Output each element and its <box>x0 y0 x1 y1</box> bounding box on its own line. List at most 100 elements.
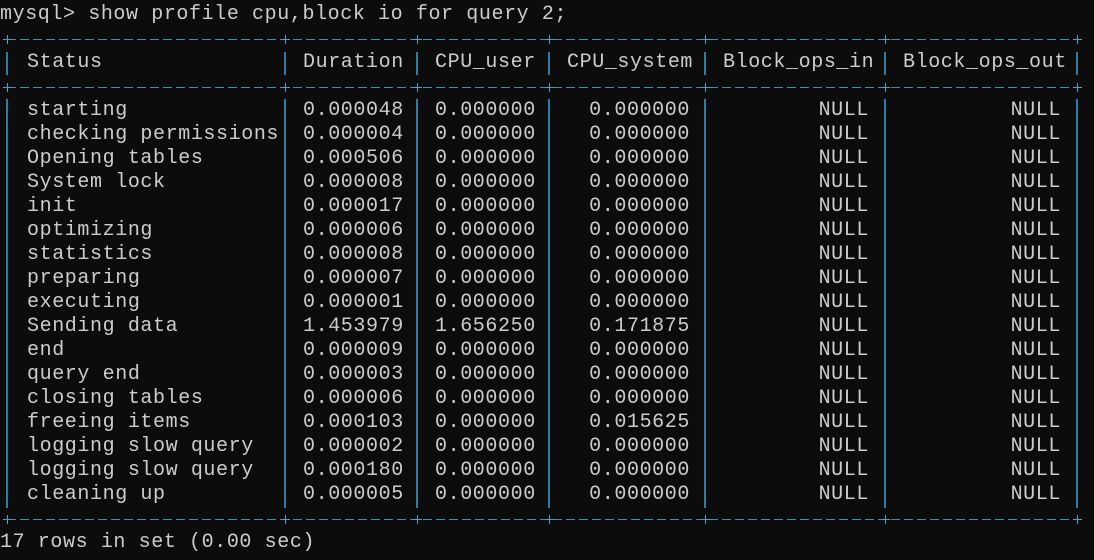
border-corner <box>1073 515 1082 524</box>
table-cell: end <box>27 339 65 362</box>
table-cell: executing <box>27 291 141 314</box>
table-column-border <box>548 52 550 75</box>
table-cell: 0.000000 <box>435 195 536 218</box>
table-cell: NULL <box>818 291 869 314</box>
table-cell: checking permissions <box>27 123 280 146</box>
result-footer: 17 rows in set (0.00 sec) <box>0 531 316 554</box>
table-cell: preparing <box>27 267 141 290</box>
table-cell: NULL <box>1010 147 1061 170</box>
table-cell: NULL <box>1010 243 1061 266</box>
border-corner <box>881 35 890 44</box>
table-cell: 0.000000 <box>435 99 536 122</box>
table-cell: 0.000009 <box>303 339 404 362</box>
table-cell: 0.000000 <box>435 291 536 314</box>
column-header: Block_ops_in <box>723 51 875 74</box>
border-corner <box>281 83 290 92</box>
table-cell: NULL <box>1010 315 1061 338</box>
table-cell: 0.000000 <box>435 219 536 242</box>
table-cell: 0.000000 <box>589 123 690 146</box>
border-corner <box>1073 83 1082 92</box>
table-column-border <box>548 99 550 508</box>
command-line: mysql> show profile cpu,block io for que… <box>0 3 568 26</box>
table-cell: starting <box>27 99 128 122</box>
border-corner <box>3 515 12 524</box>
table-cell: 0.000180 <box>303 459 404 482</box>
table-cell: cleaning up <box>27 483 166 506</box>
table-cell: freeing items <box>27 411 191 434</box>
table-cell: 0.000000 <box>435 411 536 434</box>
table-cell: statistics <box>27 243 154 266</box>
table-cell: optimizing <box>27 219 154 242</box>
table-column-border <box>416 99 418 508</box>
table-cell: NULL <box>1010 363 1061 386</box>
table-cell: NULL <box>818 147 869 170</box>
table-border-line <box>7 519 1077 520</box>
table-cell: NULL <box>1010 219 1061 242</box>
table-cell: NULL <box>818 435 869 458</box>
table-cell: NULL <box>1010 171 1061 194</box>
table-cell: 0.000000 <box>435 339 536 362</box>
table-cell: 0.000000 <box>589 459 690 482</box>
border-corner <box>1073 35 1082 44</box>
border-corner <box>413 35 422 44</box>
table-cell: 0.000000 <box>589 483 690 506</box>
table-cell: 0.000000 <box>589 291 690 314</box>
table-cell: NULL <box>818 483 869 506</box>
border-corner <box>413 515 422 524</box>
table-column-border <box>6 52 8 75</box>
border-corner <box>881 83 890 92</box>
table-column-border <box>884 99 886 508</box>
table-column-border <box>704 99 706 508</box>
table-cell: 0.000000 <box>589 435 690 458</box>
table-column-border <box>416 52 418 75</box>
table-cell: 0.000001 <box>303 291 404 314</box>
table-column-border <box>284 52 286 75</box>
table-cell: 0.000000 <box>435 267 536 290</box>
table-cell: NULL <box>818 411 869 434</box>
border-corner <box>701 35 710 44</box>
table-cell: NULL <box>1010 387 1061 410</box>
border-corner <box>545 83 554 92</box>
table-cell: 0.000006 <box>303 219 404 242</box>
table-cell: 0.171875 <box>589 315 690 338</box>
table-cell: 0.000008 <box>303 171 404 194</box>
table-cell: 1.656250 <box>435 315 536 338</box>
border-corner <box>701 83 710 92</box>
table-cell: 0.000000 <box>435 171 536 194</box>
border-corner <box>413 83 422 92</box>
border-corner <box>3 83 12 92</box>
column-header: CPU_system <box>567 51 694 74</box>
table-cell: 0.000506 <box>303 147 404 170</box>
table-cell: NULL <box>818 99 869 122</box>
table-column-border <box>704 52 706 75</box>
table-cell: 0.000000 <box>435 123 536 146</box>
table-cell: NULL <box>818 387 869 410</box>
table-cell: NULL <box>1010 291 1061 314</box>
border-corner <box>281 515 290 524</box>
table-cell: 1.453979 <box>303 315 404 338</box>
table-cell: 0.000005 <box>303 483 404 506</box>
table-cell: NULL <box>818 267 869 290</box>
table-cell: 0.000000 <box>435 387 536 410</box>
column-header: Status <box>27 51 103 74</box>
table-cell: NULL <box>818 363 869 386</box>
table-cell: 0.000017 <box>303 195 404 218</box>
border-corner <box>545 515 554 524</box>
table-cell: NULL <box>1010 123 1061 146</box>
table-cell: 0.000000 <box>435 435 536 458</box>
table-cell: 0.000000 <box>435 459 536 482</box>
column-header: Block_ops_out <box>903 51 1067 74</box>
table-cell: query end <box>27 363 141 386</box>
table-cell: 0.000000 <box>589 267 690 290</box>
table-cell: 0.000000 <box>589 387 690 410</box>
table-column-border <box>284 99 286 508</box>
table-cell: NULL <box>818 459 869 482</box>
table-cell: NULL <box>1010 339 1061 362</box>
table-cell: 0.000000 <box>589 219 690 242</box>
table-cell: 0.000000 <box>589 363 690 386</box>
table-cell: 0.000000 <box>589 243 690 266</box>
table-column-border <box>6 99 8 508</box>
table-cell: NULL <box>1010 195 1061 218</box>
table-cell: 0.000000 <box>589 171 690 194</box>
table-cell: NULL <box>1010 267 1061 290</box>
